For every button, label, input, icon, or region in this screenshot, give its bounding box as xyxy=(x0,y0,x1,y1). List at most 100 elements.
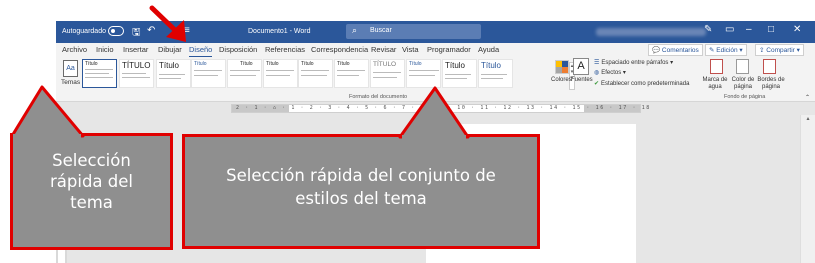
themes-label[interactable]: Temas xyxy=(61,79,80,86)
paragraph-spacing-label: Espaciado entre párrafos xyxy=(601,60,669,66)
style-set-item[interactable]: Título xyxy=(82,59,117,88)
style-set-preview-line xyxy=(266,70,294,71)
ruler-strip[interactable]: 2 · 1 · ⌂ · 1 · 2 · 3 · 4 · 5 · 6 · 7 · … xyxy=(231,104,649,113)
tab-dibujar[interactable]: Dibujar xyxy=(158,45,182,54)
share-button[interactable]: ⇪ Compartir ▾ xyxy=(755,44,804,56)
style-set-item[interactable]: Título xyxy=(298,59,333,88)
style-set-item[interactable]: Título xyxy=(442,59,477,88)
ribbon-design: Aa Temas Título TÍTULO Título Título Tít… xyxy=(56,57,815,102)
style-set-preview-line xyxy=(122,73,146,74)
vertical-scrollbar[interactable]: ▴ xyxy=(800,115,815,263)
style-set-gallery: Título TÍTULO Título Título Título Títul… xyxy=(82,59,575,90)
style-set-preview-line xyxy=(445,74,471,75)
search-icon: ⌕ xyxy=(352,25,358,35)
effects-icon: ◍ xyxy=(594,70,600,76)
style-set-title: TÍTULO xyxy=(122,61,151,70)
style-set-preview-line xyxy=(445,78,467,79)
style-set-item[interactable]: Título xyxy=(263,59,298,88)
style-set-preview-line xyxy=(230,70,260,71)
style-set-preview-line xyxy=(85,77,113,78)
style-set-item[interactable]: Título xyxy=(478,59,513,88)
theme-fonts-icon[interactable]: A xyxy=(573,58,589,75)
effects-button[interactable]: ◍ Efectos ▾ xyxy=(594,69,626,76)
page-background-group-label: Fondo de página xyxy=(724,94,766,100)
style-set-title: Título xyxy=(337,61,350,67)
style-set-title: Título xyxy=(481,61,502,70)
style-set-title: Título xyxy=(445,61,466,70)
tab-diseno[interactable]: Diseño xyxy=(189,45,213,58)
comments-button[interactable]: 💬 Comentarios xyxy=(648,44,703,56)
save-icon[interactable]: 🖫 xyxy=(132,25,141,42)
maximize-icon[interactable]: □ xyxy=(768,24,774,35)
style-set-callout-text: Selección rápida del conjunto de estilos… xyxy=(185,164,537,210)
document-title: Documento1 - Word xyxy=(248,28,311,35)
style-set-item[interactable]: Título xyxy=(191,59,226,88)
style-set-preview-line xyxy=(373,77,397,78)
style-set-item[interactable]: TÍTULO xyxy=(119,59,154,88)
watermark-icon[interactable] xyxy=(710,59,723,74)
autosave-label: Autoguardado xyxy=(62,28,106,35)
tab-insertar[interactable]: Insertar xyxy=(123,45,148,54)
tab-vista[interactable]: Vista xyxy=(402,45,419,54)
themes-icon[interactable]: Aa xyxy=(63,60,78,77)
style-set-preview-line xyxy=(301,75,327,76)
tab-programador[interactable]: Programador xyxy=(427,45,471,54)
style-set-title: Título xyxy=(301,61,314,67)
style-set-title: Título xyxy=(409,61,422,67)
document-format-group-label: Formato del documento xyxy=(349,94,408,100)
style-set-title: TÍTULO xyxy=(373,61,397,68)
minimize-icon[interactable]: – xyxy=(746,24,752,35)
style-set-callout-text-content: Selección rápida del conjunto de estilos… xyxy=(226,166,496,208)
effects-label: Efectos xyxy=(601,70,622,76)
tab-referencias[interactable]: Referencias xyxy=(265,45,305,54)
style-set-title: Título xyxy=(159,61,180,70)
ribbon-display-icon[interactable]: ▭ xyxy=(725,24,734,35)
style-set-preview-line xyxy=(85,73,109,74)
watermark-label[interactable]: Marca de agua xyxy=(701,77,729,91)
colors-label[interactable]: Colores xyxy=(551,77,572,83)
set-default-button[interactable]: ✔ Establecer como predeterminada xyxy=(594,80,689,87)
style-set-title: Título xyxy=(266,61,279,67)
pen-icon[interactable]: ✎ xyxy=(704,24,712,35)
style-set-preview-line xyxy=(122,77,150,78)
tab-revisar[interactable]: Revisar xyxy=(371,45,396,54)
close-icon[interactable]: ✕ xyxy=(793,24,801,35)
paragraph-spacing-icon: ☰ xyxy=(594,60,600,66)
undo-icon[interactable]: ↶ xyxy=(147,25,155,36)
style-set-item[interactable]: Título xyxy=(156,59,191,88)
style-set-preview-line xyxy=(85,69,113,70)
style-set-preview-line xyxy=(194,70,222,71)
title-bar: Autoguardado 🖫 ↶ ≡ Documento1 - Word ⌕ B… xyxy=(56,21,815,43)
collapse-ribbon-icon[interactable]: ⌃ xyxy=(805,94,810,101)
page-color-label[interactable]: Color de página xyxy=(729,77,757,91)
style-set-preview-line xyxy=(373,72,401,73)
style-set-item[interactable]: Título xyxy=(406,59,441,88)
page-borders-label[interactable]: Bordes de página xyxy=(757,77,785,91)
style-set-item[interactable]: TÍTULO xyxy=(370,59,405,88)
page-color-icon[interactable] xyxy=(736,59,749,74)
ruler-numbers: 2 · 1 · ⌂ · 1 · 2 · 3 · 4 · 5 · 6 · 7 · … xyxy=(236,105,651,111)
tab-ayuda[interactable]: Ayuda xyxy=(478,45,499,54)
theme-colors-icon[interactable] xyxy=(555,60,569,74)
style-set-preview-line xyxy=(301,70,329,71)
page-borders-icon[interactable] xyxy=(763,59,776,74)
search-box[interactable]: ⌕ Buscar xyxy=(346,24,481,39)
style-set-preview-line xyxy=(194,75,218,76)
blurred-user-account xyxy=(596,28,706,36)
check-icon: ✔ xyxy=(594,81,600,87)
tab-archivo[interactable]: Archivo xyxy=(62,45,87,54)
style-set-item[interactable]: Título xyxy=(227,59,262,88)
paragraph-spacing-button[interactable]: ☰ Espaciado entre párrafos ▾ xyxy=(594,59,673,66)
customize-quick-access-icon[interactable]: ≡ xyxy=(184,25,190,36)
fonts-label[interactable]: Fuentes xyxy=(571,77,593,83)
tab-inicio[interactable]: Inicio xyxy=(96,45,114,54)
style-set-item[interactable]: Título xyxy=(334,59,369,88)
search-placeholder: Buscar xyxy=(370,27,392,34)
tab-correspondencia[interactable]: Correspondencia xyxy=(311,45,368,54)
style-set-preview-line xyxy=(337,75,359,76)
tab-disposicion[interactable]: Disposición xyxy=(219,45,257,54)
autosave-toggle[interactable] xyxy=(108,26,124,36)
theme-callout-text: Selección rápida del tema xyxy=(13,150,170,213)
editing-label: Edición xyxy=(716,47,738,54)
editing-button[interactable]: ✎ Edición ▾ xyxy=(705,44,747,56)
